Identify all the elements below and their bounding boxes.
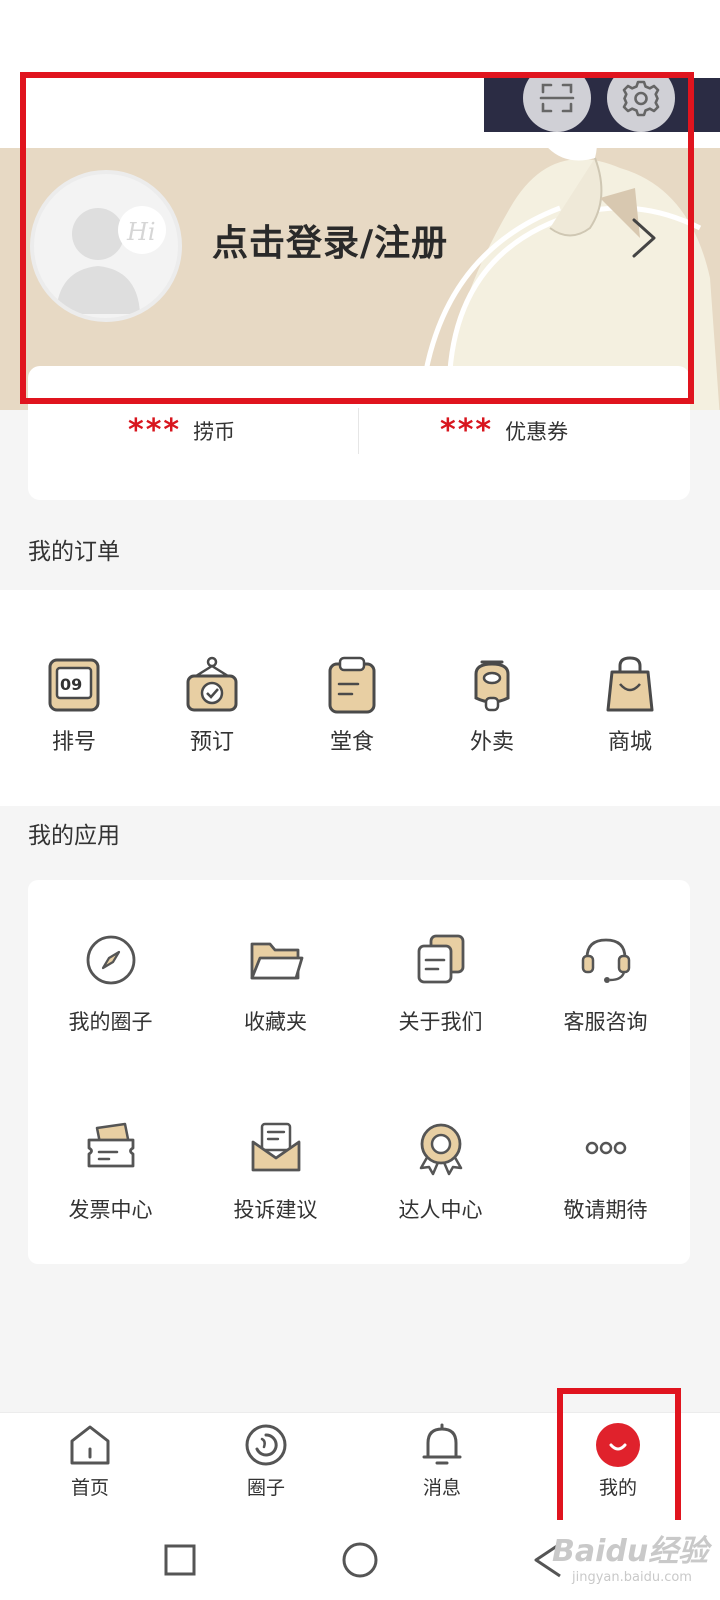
tab-mine-label: 我的 — [598, 1477, 637, 1499]
app-expert-center-label: 达人中心 — [398, 1198, 483, 1222]
profile-face-icon — [596, 1423, 640, 1467]
mail-envelope-icon — [251, 1122, 300, 1172]
tab-messages[interactable]: 消息 — [382, 1421, 502, 1500]
coupon-label: 优惠券 — [505, 420, 569, 444]
bell-icon — [422, 1423, 462, 1465]
queue-badge-number: 09 — [60, 675, 82, 694]
order-mall-label: 商城 — [607, 730, 652, 755]
tab-messages-label: 消息 — [422, 1477, 461, 1499]
order-mall[interactable]: 商城 — [570, 654, 690, 756]
award-medal-icon — [419, 1123, 462, 1176]
wallet-card: *** 捞币 *** 优惠券 — [28, 366, 690, 500]
app-feedback-label: 投诉建议 — [233, 1198, 318, 1222]
app-invoice-center[interactable]: 发票中心 — [28, 1120, 193, 1224]
app-coming-soon[interactable]: 敬请期待 — [523, 1120, 688, 1224]
watermark-sub-text: jingyan.baidu.com — [572, 1570, 692, 1585]
coin-stat[interactable]: *** 捞币 — [128, 416, 235, 446]
stat-divider — [358, 408, 359, 454]
app-my-circle-label: 我的圈子 — [68, 1010, 153, 1034]
app-invoice-center-label: 发票中心 — [68, 1198, 153, 1222]
tab-mine[interactable]: 我的 — [558, 1421, 678, 1500]
dine-in-clipboard-icon — [328, 656, 376, 714]
circle-swirl-icon — [245, 1424, 287, 1466]
coin-value: *** — [128, 413, 182, 448]
avatar-hi-badge: Hi — [126, 218, 156, 246]
order-reservation[interactable]: 预订 — [152, 654, 272, 756]
apps-section-title: 我的应用 — [28, 823, 120, 849]
login-register-link[interactable]: 点击登录/注册 — [212, 214, 448, 266]
order-queue[interactable]: 09 排号 — [14, 654, 134, 756]
order-dine-in[interactable]: 堂食 — [292, 654, 412, 756]
scan-button[interactable] — [523, 64, 591, 132]
tab-home-label: 首页 — [70, 1477, 109, 1499]
coupon-stat[interactable]: *** 优惠券 — [440, 416, 568, 446]
order-delivery-label: 外卖 — [469, 730, 514, 755]
headset-icon — [581, 938, 630, 983]
tab-circle[interactable]: 圈子 — [206, 1421, 326, 1500]
scan-icon — [539, 83, 575, 113]
app-favorites-label: 收藏夹 — [244, 1010, 307, 1034]
coin-label: 捞币 — [193, 420, 236, 444]
tab-circle-label: 圈子 — [246, 1477, 285, 1499]
order-reservation-label: 预订 — [189, 730, 234, 755]
invoice-card-icon — [87, 1122, 134, 1168]
app-about-us[interactable]: 关于我们 — [358, 932, 523, 1036]
tab-home[interactable]: 首页 — [30, 1421, 150, 1500]
bottom-tab-bar: 首页 圈子 消息 我的 — [0, 1412, 720, 1520]
app-coming-soon-label: 敬请期待 — [563, 1198, 648, 1222]
app-feedback[interactable]: 投诉建议 — [193, 1120, 358, 1224]
app-expert-center[interactable]: 达人中心 — [358, 1120, 523, 1224]
recent-apps-icon[interactable] — [158, 1538, 202, 1582]
coupon-value: *** — [440, 413, 494, 448]
more-dots-icon — [585, 1141, 626, 1155]
order-delivery[interactable]: 外卖 — [432, 654, 552, 756]
reservation-icon — [186, 656, 238, 712]
app-my-circle[interactable]: 我的圈子 — [28, 932, 193, 1036]
app-about-us-label: 关于我们 — [398, 1010, 483, 1034]
apps-panel: 我的圈子 收藏夹 关于我们 客服咨询 发票中心 投诉建议 达人中心 敬请期待 — [28, 880, 690, 1264]
queue-number-icon: 09 — [48, 658, 100, 712]
app-customer-service[interactable]: 客服咨询 — [523, 932, 688, 1036]
documents-icon — [417, 934, 464, 984]
order-dine-in-label: 堂食 — [329, 730, 374, 755]
baidu-watermark: Baidu经验 jingyan.baidu.com — [532, 1520, 720, 1600]
watermark-main-text: Baidu经验 — [552, 1534, 709, 1569]
shopping-bag-icon — [606, 656, 654, 712]
folder-icon — [250, 942, 303, 980]
settings-button[interactable] — [607, 64, 675, 132]
app-customer-service-label: 客服咨询 — [563, 1010, 648, 1034]
avatar[interactable]: Hi — [30, 170, 182, 322]
home-circle-icon[interactable] — [338, 1538, 382, 1582]
order-queue-label: 排号 — [51, 730, 96, 755]
delivery-scooter-icon — [474, 660, 510, 712]
compass-icon — [86, 935, 135, 985]
orders-section-title: 我的订单 — [28, 539, 120, 565]
home-icon — [70, 1425, 110, 1465]
gear-icon — [622, 80, 660, 117]
orders-panel: 09 排号 预订 堂食 外卖 商城 — [0, 590, 720, 806]
app-favorites[interactable]: 收藏夹 — [193, 932, 358, 1036]
chevron-right-icon[interactable] — [626, 216, 660, 260]
banner-dark-strip — [484, 78, 720, 132]
